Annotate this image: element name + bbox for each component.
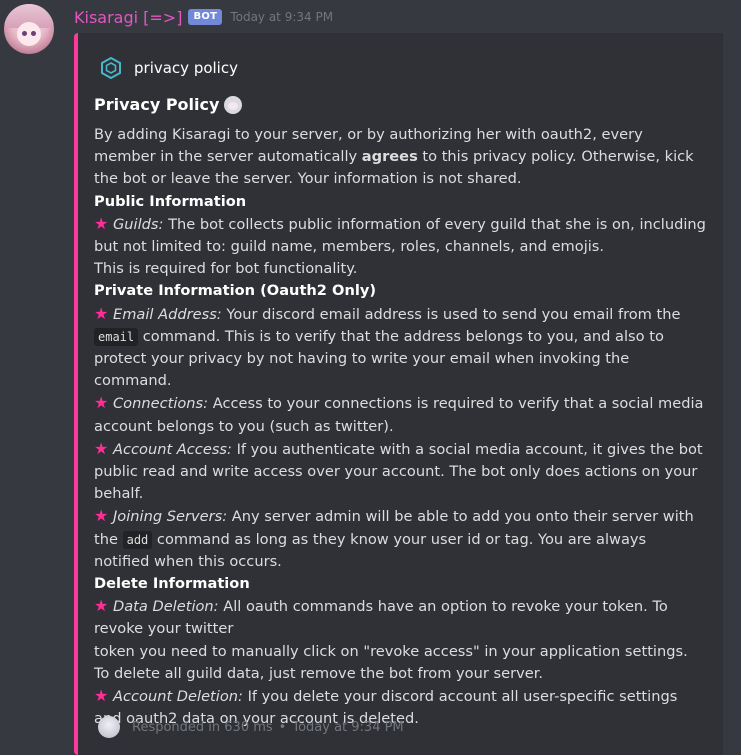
- star-icon: ★: [94, 506, 109, 526]
- embed-title: Privacy Policy: [94, 95, 707, 114]
- email-text: Your discord email address is used to se…: [221, 305, 681, 323]
- star-icon: ★: [94, 438, 109, 458]
- username[interactable]: Kisaragi [=>]: [74, 8, 182, 27]
- cube-icon: [98, 55, 124, 81]
- email-item: ★ Email Address: Your discord email addr…: [94, 303, 706, 393]
- embed-footer: Responded in 630 ms • Today at 9:34 PM: [98, 716, 404, 738]
- guilds-item: ★ Guilds: The bot collects public inform…: [94, 213, 706, 258]
- email-text-2: command. This is to verify that the addr…: [94, 327, 664, 390]
- data-deletion-label: Data Deletion:: [112, 598, 219, 616]
- joining-servers-label: Joining Servers:: [112, 508, 228, 526]
- anime-girl-emoji-icon: [224, 95, 243, 114]
- email-command-code: email: [94, 327, 139, 346]
- star-icon: ★: [94, 686, 109, 706]
- star-icon: ★: [94, 303, 109, 323]
- guilds-label: Guilds:: [112, 215, 164, 233]
- connections-item: ★ Connections: Access to your connection…: [94, 392, 706, 437]
- star-icon: ★: [94, 596, 109, 616]
- avatar-eye-left: [22, 31, 27, 36]
- embed-author: privacy policy: [98, 53, 707, 83]
- embed-title-text: Privacy Policy: [94, 95, 220, 114]
- footer-response-time: Responded in 630 ms: [132, 719, 273, 735]
- data-deletion-item: ★ Data Deletion: All oauth commands have…: [94, 595, 706, 640]
- public-info-heading: Public Information: [94, 192, 247, 210]
- bot-badge: BOT: [188, 9, 223, 25]
- guilds-note: This is required for bot functionality.: [94, 260, 358, 278]
- footer-separator: •: [278, 719, 287, 735]
- footer-timestamp: Today at 9:34 PM: [292, 719, 404, 735]
- embed: privacy policy Privacy Policy By adding …: [74, 33, 723, 755]
- star-icon: ★: [94, 213, 109, 233]
- connections-label: Connections:: [112, 395, 209, 413]
- delete-info-heading: Delete Information: [94, 575, 250, 593]
- user-avatar[interactable]: [4, 4, 54, 54]
- email-label: Email Address:: [112, 305, 222, 323]
- star-icon: ★: [94, 393, 109, 413]
- account-access-item: ★ Account Access: If you authenticate wi…: [94, 438, 706, 506]
- intro-bold: agrees: [361, 148, 418, 166]
- message-timestamp[interactable]: Today at 9:34 PM: [230, 10, 333, 24]
- account-access-label: Account Access:: [112, 440, 232, 458]
- intro-paragraph: By adding Kisaragi to your server, or by…: [94, 124, 706, 191]
- footer-avatar-icon: [98, 716, 120, 738]
- avatar-eye-right: [31, 31, 36, 36]
- message-header: Kisaragi [=>] BOT Today at 9:34 PM: [74, 6, 333, 28]
- guilds-text: The bot collects public information of e…: [94, 215, 706, 256]
- data-deletion-text-2: token you need to manually click on "rev…: [94, 642, 688, 682]
- avatar-face: [17, 22, 41, 46]
- joining-servers-item: ★ Joining Servers: Any server admin will…: [94, 505, 706, 573]
- account-deletion-label: Account Deletion:: [112, 688, 243, 706]
- add-command-code: add: [122, 530, 153, 549]
- private-info-heading: Private Information (Oauth2 Only): [94, 282, 377, 300]
- embed-author-name: privacy policy: [134, 59, 238, 77]
- embed-description: By adding Kisaragi to your server, or by…: [94, 124, 706, 730]
- joining-text-2: command as long as they know your user i…: [94, 530, 647, 570]
